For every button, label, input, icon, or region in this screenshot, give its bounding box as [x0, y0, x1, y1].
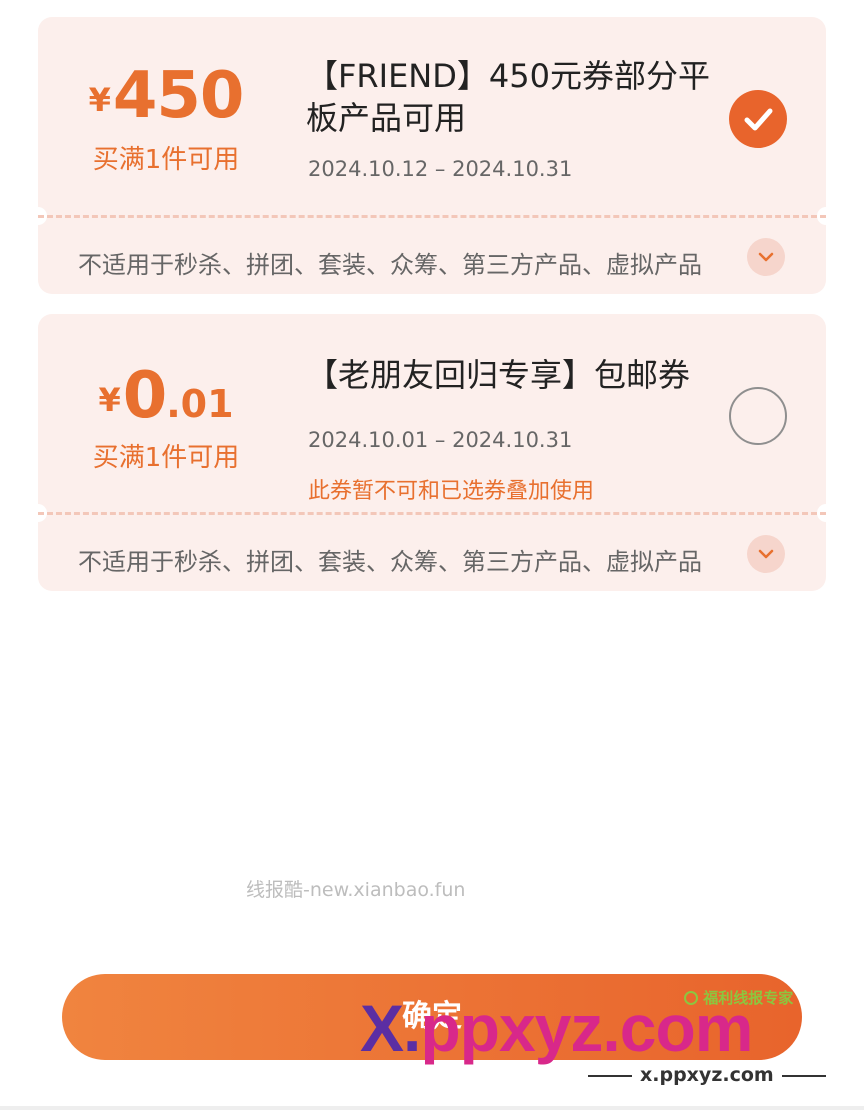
dashed-divider [38, 512, 826, 515]
coupon-card[interactable]: ¥450 买满1件可用 【FRIEND】450元券部分平板产品可用 2024.1… [38, 17, 826, 294]
coupon-restriction: 不适用于秒杀、拼团、套装、众筹、第三方产品、虚拟产品 [78, 548, 702, 576]
amount-integer: 0 [122, 359, 168, 433]
expand-restriction-button[interactable] [747, 238, 785, 276]
chevron-down-icon [758, 549, 774, 559]
coupon-select-checkbox[interactable] [729, 387, 787, 445]
checkmark-icon [744, 108, 773, 131]
currency-symbol: ¥ [98, 381, 121, 419]
coupon-title: 【老朋友回归专享】包邮券 [306, 356, 691, 394]
coupon-amount: ¥450 [38, 59, 294, 133]
coupon-condition: 买满1件可用 [92, 145, 240, 175]
coupon-restriction: 不适用于秒杀、拼团、套装、众筹、第三方产品、虚拟产品 [78, 251, 702, 279]
expand-restriction-button[interactable] [747, 535, 785, 573]
coupon-conflict-notice: 此券暂不可和已选券叠加使用 [308, 479, 595, 504]
coupon-condition: 买满1件可用 [92, 443, 240, 473]
coupon-amount: ¥0.01 [38, 359, 294, 433]
site-watermark: 线报酷-new.xianbao.fun [246, 879, 466, 901]
brand-watermark: 福利线报专家 [684, 987, 793, 1008]
domain-watermark: x.ppxyz.com [580, 1064, 834, 1086]
dashed-divider [38, 215, 826, 218]
coupon-validity: 2024.10.12 – 2024.10.31 [308, 157, 573, 181]
coupon-select-checkbox[interactable] [729, 90, 787, 148]
leaf-icon [684, 991, 698, 1005]
coupon-title: 【FRIEND】450元券部分平板产品可用 [306, 57, 710, 137]
coupon-validity: 2024.10.01 – 2024.10.31 [308, 428, 573, 452]
coupon-card[interactable]: ¥0.01 买满1件可用 【老朋友回归专享】包邮券 2024.10.01 – 2… [38, 314, 826, 591]
chevron-down-icon [758, 252, 774, 262]
bottom-rule [0, 1106, 864, 1110]
amount-integer: 450 [112, 59, 245, 133]
amount-decimal: .01 [166, 382, 234, 426]
currency-symbol: ¥ [88, 81, 111, 119]
